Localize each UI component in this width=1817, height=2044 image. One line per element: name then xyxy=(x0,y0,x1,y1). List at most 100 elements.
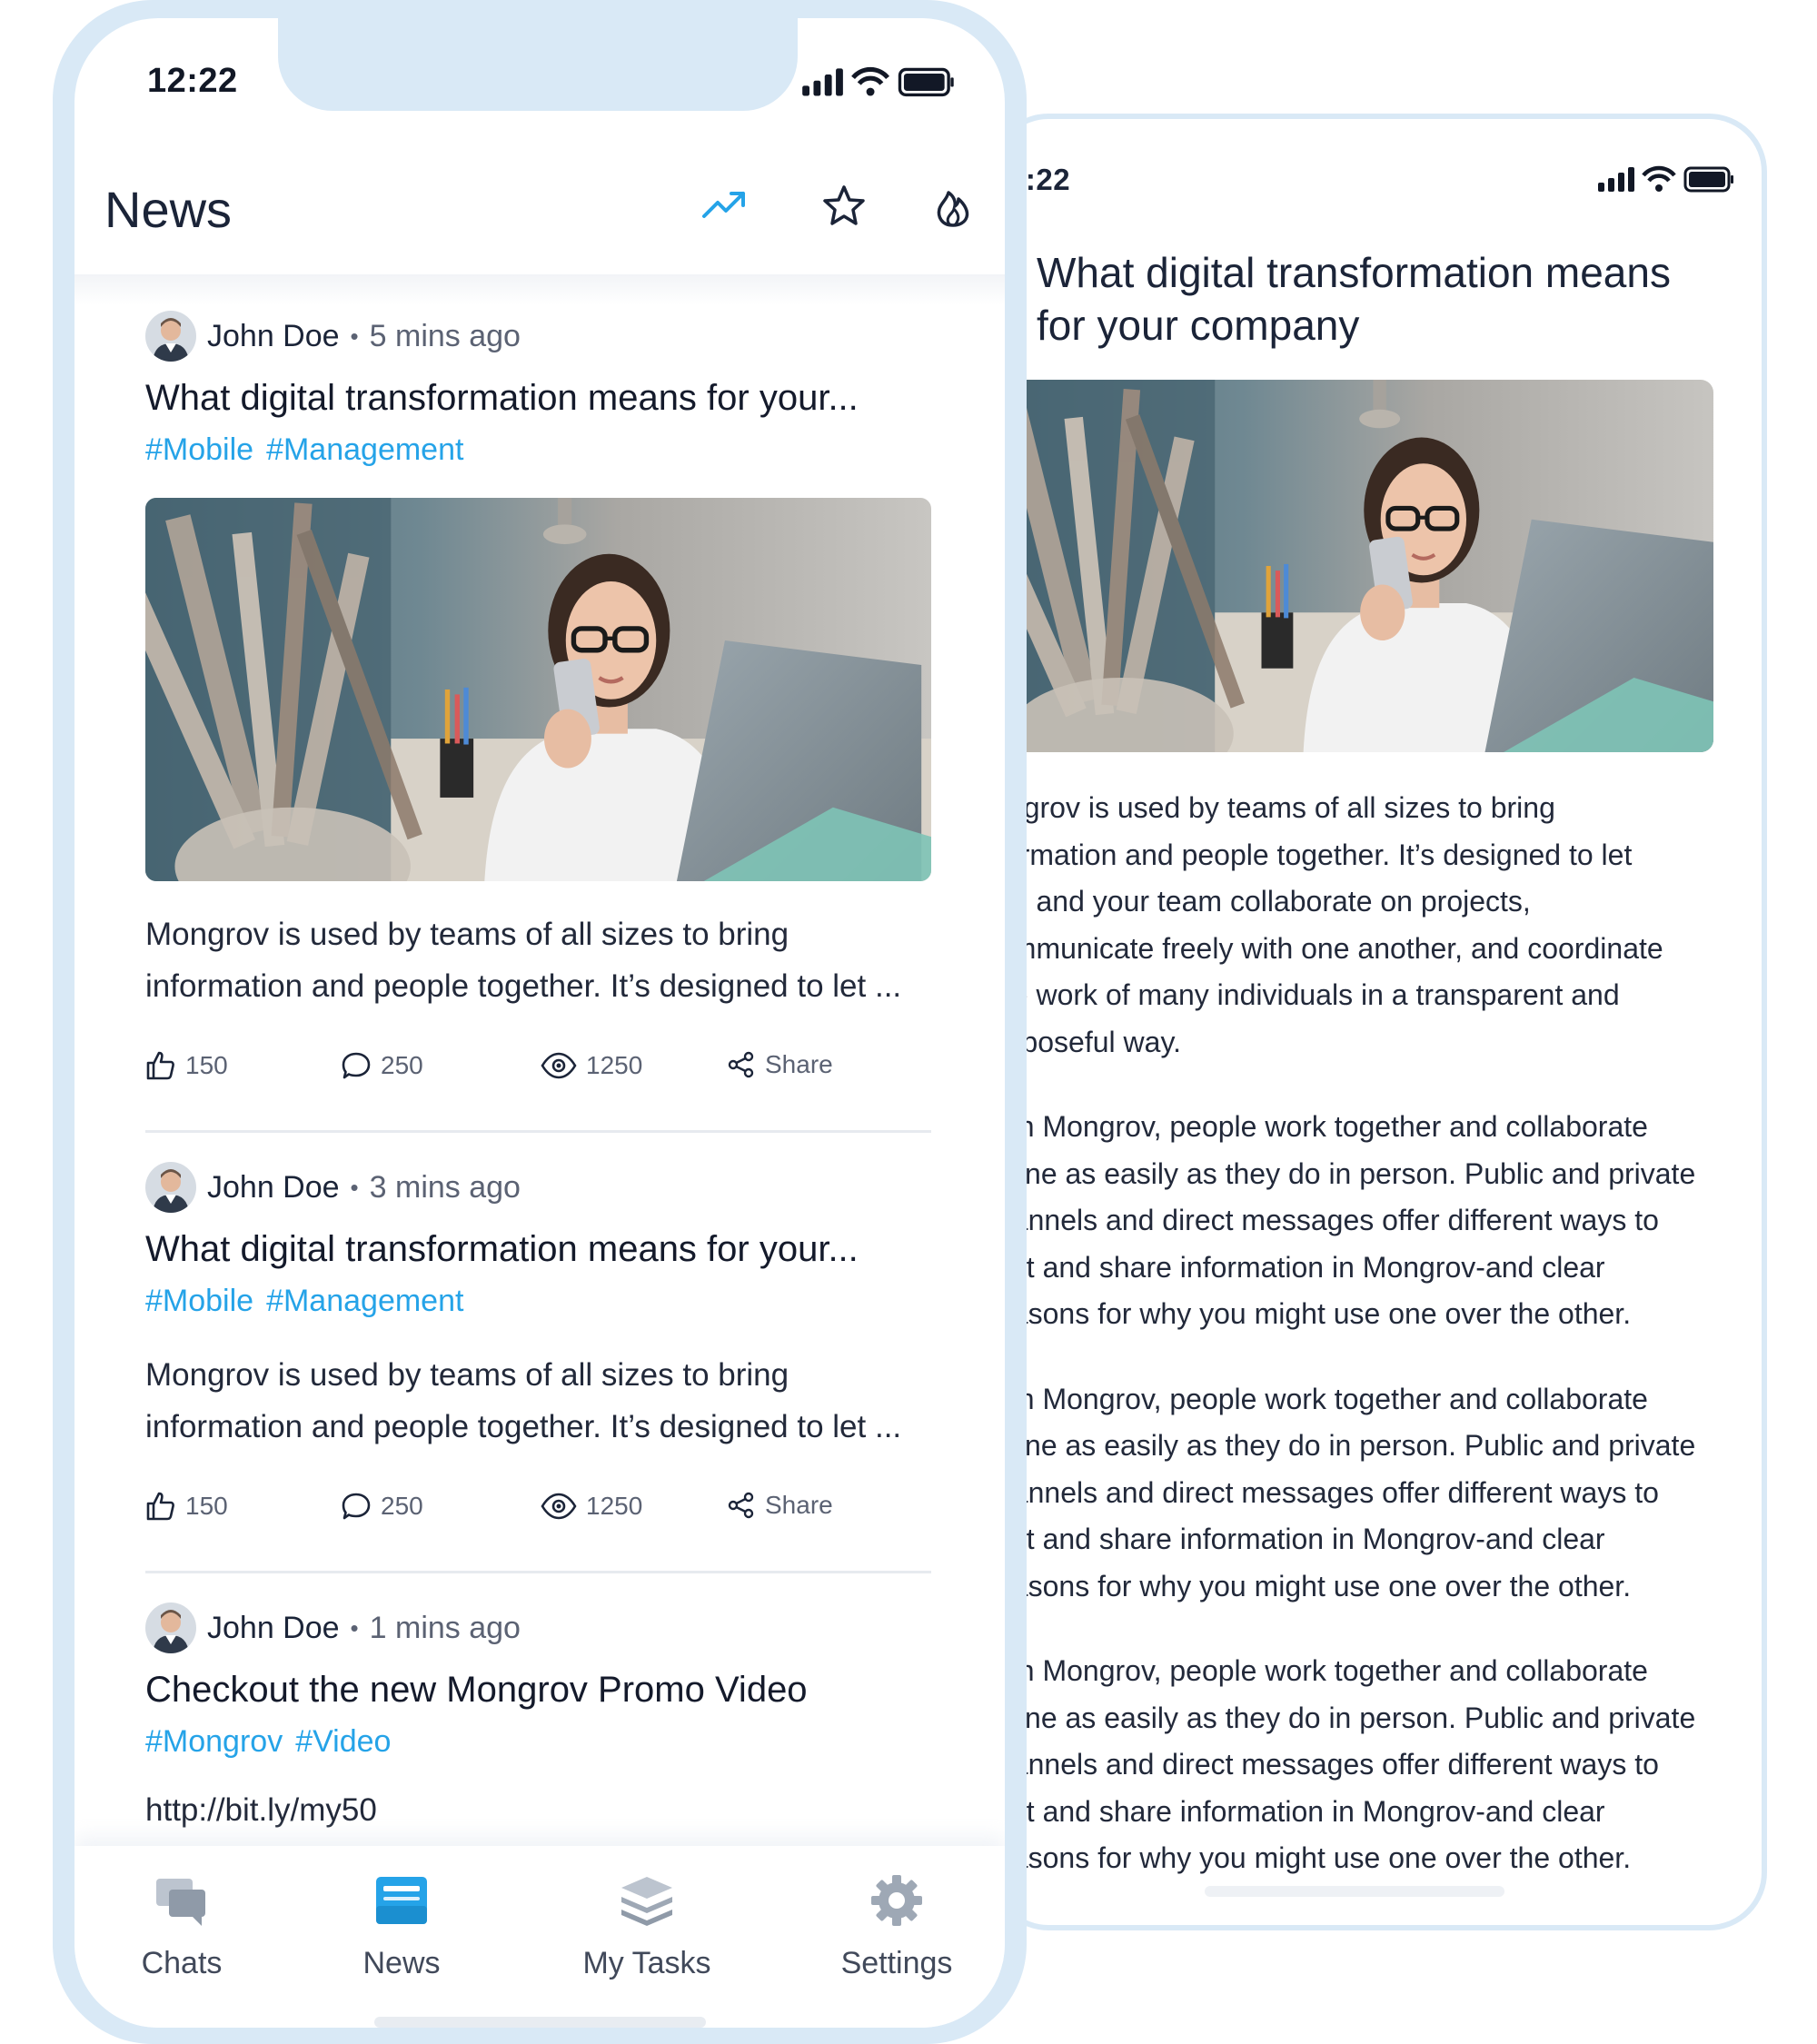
excerpt-line: information and people together. It’s de… xyxy=(145,1409,902,1444)
status-time: 12:22 xyxy=(147,62,238,100)
tab-label: My Tasks xyxy=(582,1946,711,1980)
woman-with-phone-photo xyxy=(145,498,931,881)
post-meta: John Doe • 5 mins ago xyxy=(145,309,931,363)
views-indicator: 1250 xyxy=(541,1050,642,1081)
article-line: nline as easily as they do in person. Pu… xyxy=(996,1156,1696,1190)
avatar xyxy=(145,311,196,362)
settings-icon xyxy=(871,1875,922,1926)
hashtag-link[interactable]: #Mobile xyxy=(145,432,253,467)
post-excerpt: Mongrov is used by teams of all sizes to… xyxy=(145,908,931,1012)
tab-my-tasks[interactable]: My Tasks xyxy=(565,1871,729,1981)
trending-icon[interactable] xyxy=(701,184,747,229)
post-actions: 150 250 1250 Share xyxy=(145,1041,931,1096)
fire-icon[interactable] xyxy=(930,184,976,229)
article-line: hannels and direct messages offer differ… xyxy=(996,1475,1659,1509)
article-phone: 2:22 What digital transformation means f… xyxy=(990,114,1767,1930)
post-time: 1 mins ago xyxy=(369,1610,521,1645)
share-icon xyxy=(728,1492,754,1519)
signal-wifi-battery-icon xyxy=(1598,165,1733,193)
article-line: longrov is used by teams of all sizes to… xyxy=(990,791,1555,824)
share-label: Share xyxy=(765,1491,833,1519)
comment-icon xyxy=(342,1052,371,1079)
notch xyxy=(278,18,798,111)
avatar xyxy=(145,1162,196,1213)
news-post[interactable]: John Doe • 5 mins ago What digital transfor… xyxy=(145,309,931,1133)
views-icon xyxy=(541,1052,577,1079)
article-line: ost and share information in Mongrov-and… xyxy=(996,1794,1605,1828)
article-line: Vith Mongrov, people work together and c… xyxy=(990,1110,1648,1143)
page-title: News xyxy=(104,181,233,238)
author-name: John Doe xyxy=(207,1169,340,1205)
tab-label: News xyxy=(362,1946,441,1980)
tasks-icon xyxy=(621,1877,672,1926)
separator-dot: • xyxy=(350,322,359,350)
article-line: nline as easily as they do in person. Pu… xyxy=(996,1429,1696,1462)
excerpt-line: information and people together. It’s de… xyxy=(145,968,902,1004)
hashtag-link[interactable]: #Mobile xyxy=(145,1284,253,1318)
news-post[interactable]: John Doe • 3 mins ago What digital transfor… xyxy=(145,1160,931,1573)
star-icon[interactable] xyxy=(821,184,867,229)
post-image[interactable] xyxy=(145,498,931,881)
article-line: ou and your team collaborate on projects… xyxy=(996,885,1531,918)
tab-settings[interactable]: Settings xyxy=(819,1871,974,1981)
comment-count: 250 xyxy=(381,1492,423,1520)
header-shadow xyxy=(74,274,1005,305)
post-tags: #Mobile #Management xyxy=(145,1280,931,1322)
share-button[interactable]: Share xyxy=(727,1050,833,1079)
hashtag-link[interactable]: #Video xyxy=(295,1724,391,1759)
post-divider xyxy=(145,1571,931,1573)
hashtag-link[interactable]: #Management xyxy=(266,432,463,467)
share-button[interactable]: Share xyxy=(727,1491,833,1520)
status-bar: 2:22 xyxy=(996,155,1762,210)
bottom-tab-bar: Chats News My Tasks Settings xyxy=(74,1846,1005,2028)
article-paragraph: Vith Mongrov, people work together and c… xyxy=(996,1376,1723,1611)
article-paragraph: longrov is used by teams of all sizes to… xyxy=(996,785,1723,1066)
tab-chats[interactable]: Chats xyxy=(127,1871,236,1981)
post-actions: 150 250 1250 Share xyxy=(145,1482,931,1536)
comment-button[interactable]: 250 xyxy=(341,1491,423,1522)
like-icon xyxy=(146,1051,174,1080)
like-button[interactable]: 150 xyxy=(145,1491,228,1522)
post-tags: #Mongrov #Video xyxy=(145,1721,931,1762)
chats-icon xyxy=(156,1879,205,1926)
post-time: 5 mins ago xyxy=(369,318,521,353)
news-header: News xyxy=(74,127,1005,291)
home-indicator xyxy=(1205,1886,1504,1897)
views-icon xyxy=(541,1493,577,1520)
article-line: Vith Mongrov, people work together and c… xyxy=(990,1382,1648,1415)
comment-icon xyxy=(342,1493,371,1520)
article-line: ost and share information in Mongrov-and… xyxy=(996,1250,1605,1284)
post-title[interactable]: What digital transformation means for yo… xyxy=(145,1224,931,1275)
post-time: 3 mins ago xyxy=(369,1169,521,1205)
separator-dot: • xyxy=(350,1613,359,1642)
article-body: longrov is used by teams of all sizes to… xyxy=(996,785,1723,1920)
post-title[interactable]: Checkout the new Mongrov Promo Video xyxy=(145,1664,931,1715)
article-line: easons for why you might use one over th… xyxy=(996,1297,1632,1330)
tab-label: Chats xyxy=(141,1946,223,1980)
comment-count: 250 xyxy=(381,1051,423,1079)
article-line: nline as easily as they do in person. Pu… xyxy=(996,1701,1696,1734)
hashtag-link[interactable]: #Mongrov xyxy=(145,1724,283,1759)
article-line: ommunicate freely with one another, and … xyxy=(996,931,1663,965)
post-link[interactable]: http://bit.ly/my50 xyxy=(145,1788,931,1833)
woman-with-phone-photo xyxy=(996,380,1713,752)
news-screen: 12:22 News John Doe • 5 mins ago What di… xyxy=(74,18,1005,2028)
post-divider xyxy=(145,1130,931,1133)
article-line: formation and people together. It’s desi… xyxy=(996,838,1633,871)
share-label: Share xyxy=(765,1050,833,1078)
news-icon xyxy=(376,1877,427,1924)
views-count: 1250 xyxy=(586,1051,643,1079)
signal-wifi-battery-icon xyxy=(802,66,954,97)
tab-news[interactable]: News xyxy=(347,1871,456,1981)
excerpt-line: Mongrov is used by teams of all sizes to… xyxy=(145,917,789,952)
excerpt-line: Mongrov is used by teams of all sizes to… xyxy=(145,1357,789,1393)
post-title[interactable]: What digital transformation means for yo… xyxy=(145,372,931,423)
tab-label: Settings xyxy=(840,1946,953,1980)
like-button[interactable]: 150 xyxy=(145,1050,228,1081)
article-line: ost and share information in Mongrov-and… xyxy=(996,1523,1605,1555)
post-excerpt: Mongrov is used by teams of all sizes to… xyxy=(145,1349,931,1453)
post-meta: John Doe • 3 mins ago xyxy=(145,1160,931,1215)
hashtag-link[interactable]: #Management xyxy=(266,1284,463,1318)
article-image xyxy=(996,380,1713,752)
comment-button[interactable]: 250 xyxy=(341,1050,423,1081)
